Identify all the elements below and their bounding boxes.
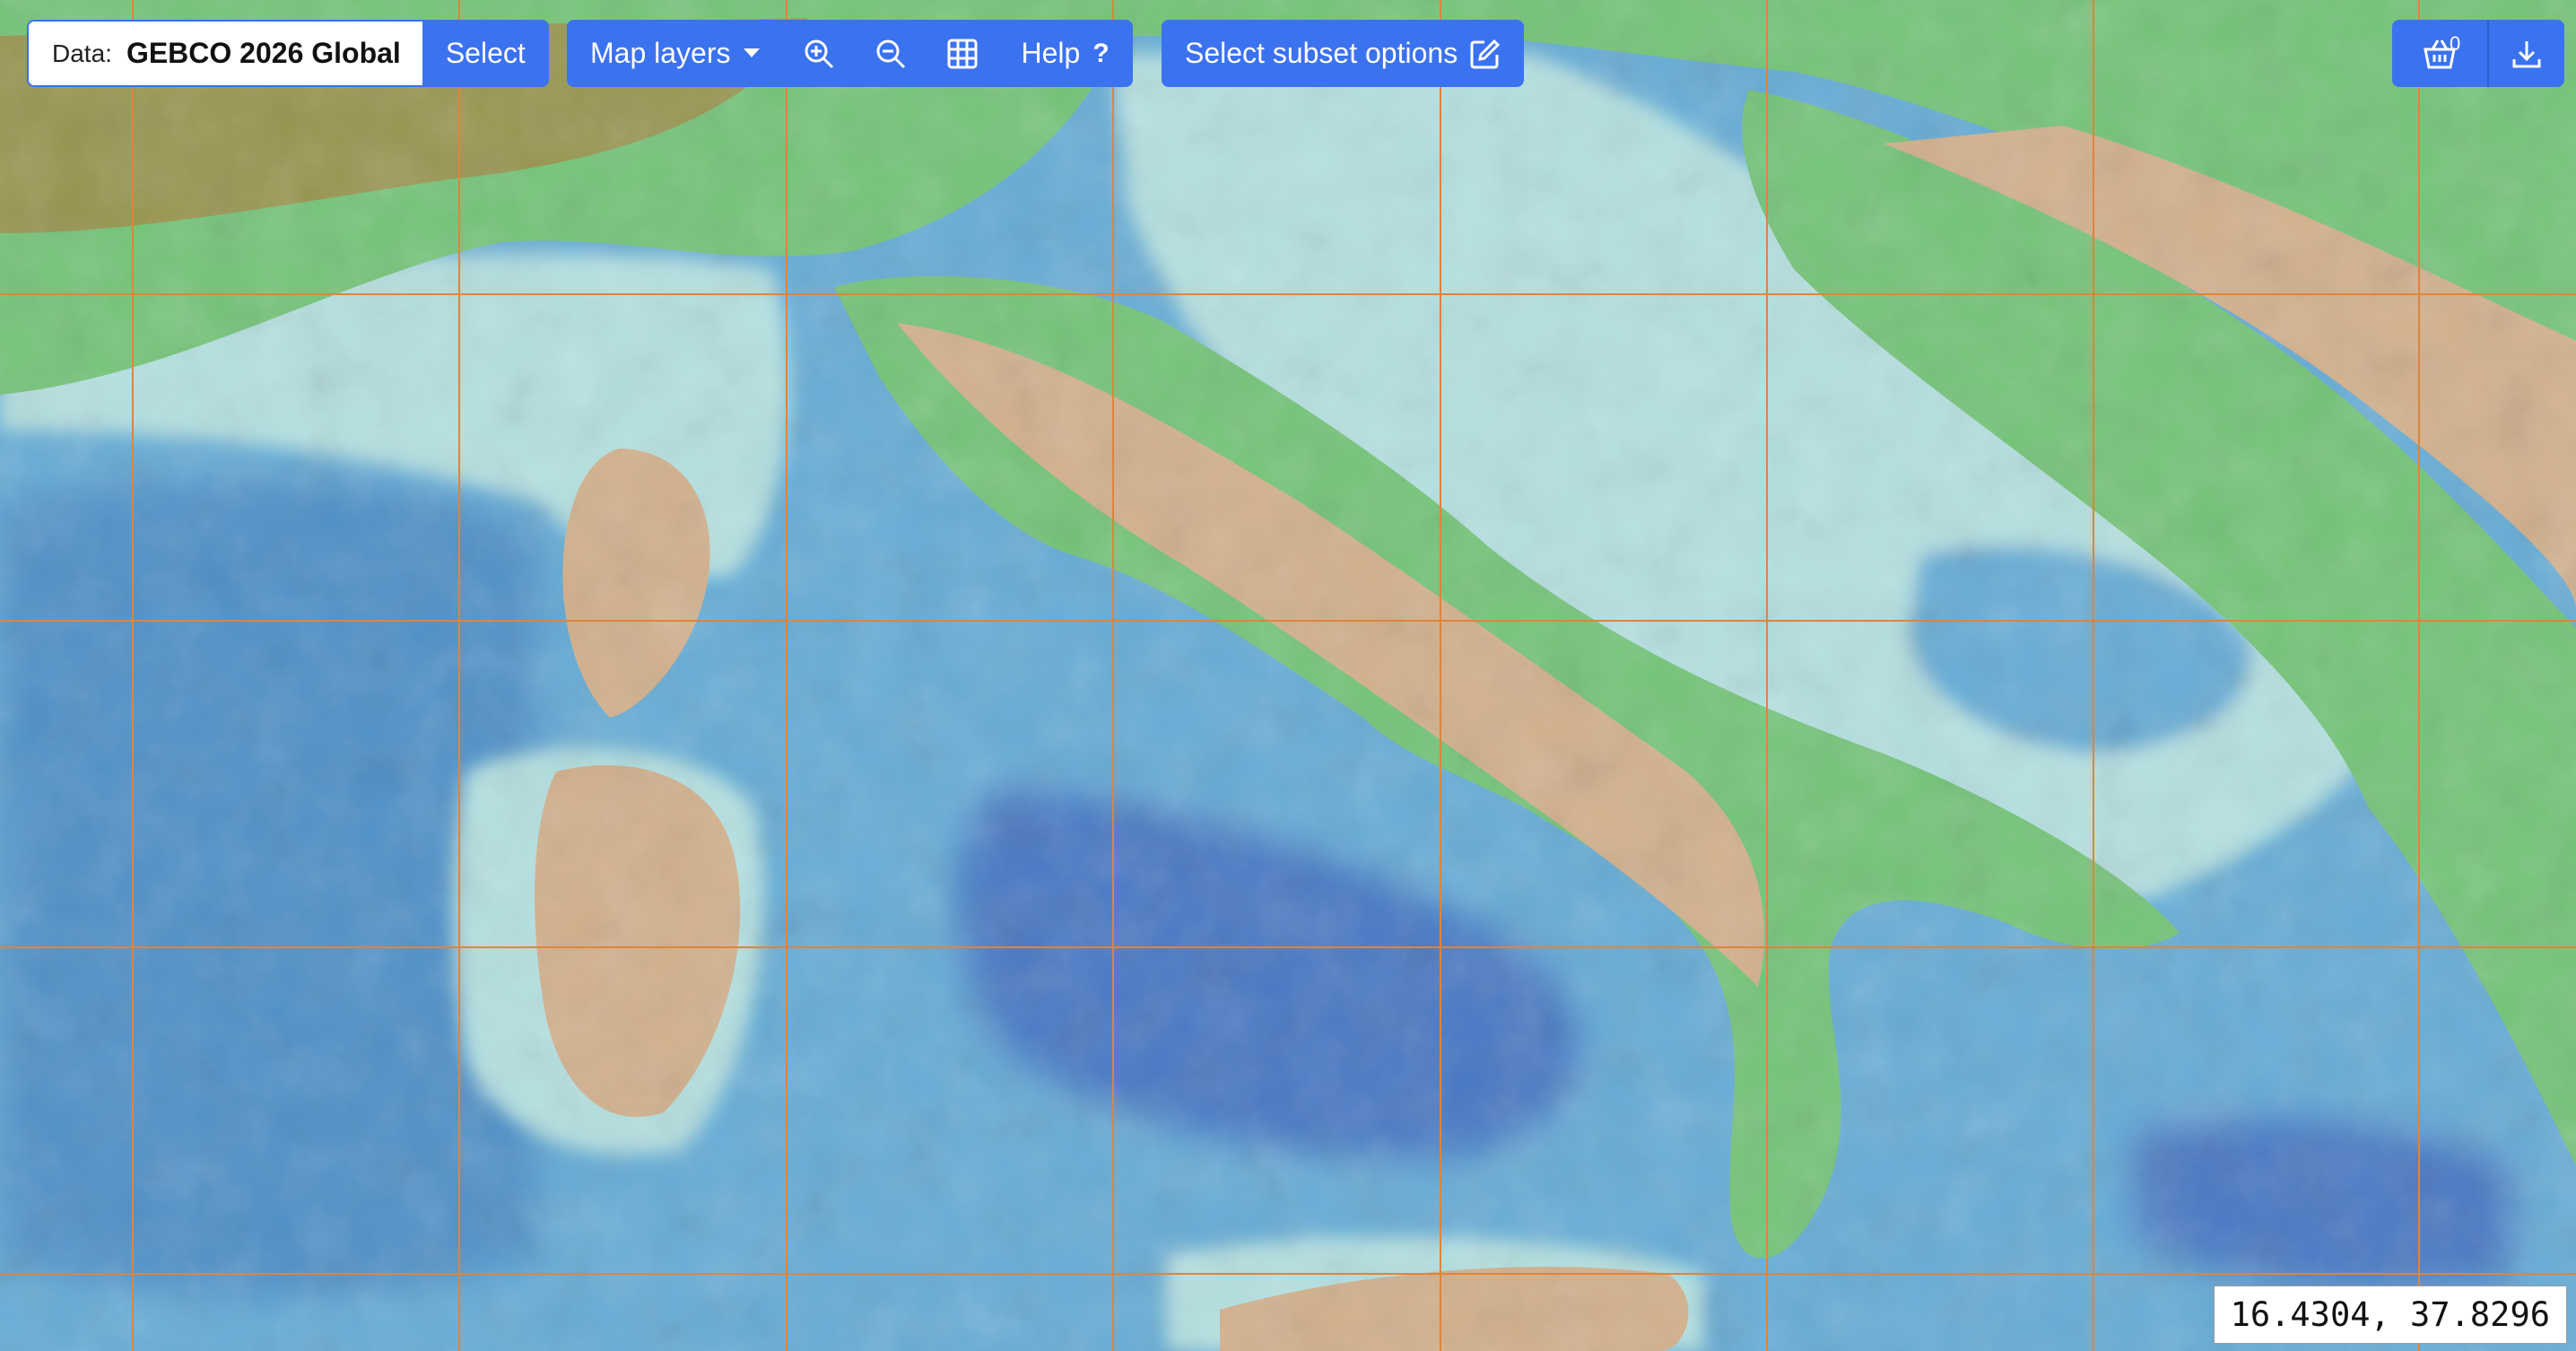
select-data-button[interactable]: Select — [422, 20, 549, 87]
subset-label: Select subset options — [1185, 37, 1458, 69]
map-layers-label: Map layers — [590, 37, 731, 69]
data-value: GEBCO 2026 Global — [126, 37, 401, 69]
zoom-in-button[interactable] — [782, 20, 855, 87]
download-button[interactable] — [2489, 20, 2564, 87]
zoom-out-button[interactable] — [854, 20, 927, 87]
zoom-out-icon — [875, 38, 907, 70]
download-icon — [2511, 38, 2543, 70]
select-data-label: Select — [445, 37, 526, 69]
zoom-in-icon — [803, 38, 835, 70]
edit-icon — [1470, 39, 1501, 69]
terrain-texture — [0, 0, 2576, 1351]
help-button[interactable]: Help ? — [997, 20, 1133, 87]
data-source-box: Data: GEBCO 2026 Global — [27, 20, 422, 87]
data-selector: Data: GEBCO 2026 Global Select — [27, 20, 549, 87]
data-label: Data: — [52, 39, 112, 67]
basket-button[interactable]: 0 — [2392, 20, 2487, 87]
download-toolbar: 0 — [2392, 20, 2564, 87]
question-icon: ? — [1092, 38, 1110, 68]
help-label: Help — [1021, 37, 1081, 69]
grid-toggle-button[interactable] — [926, 20, 998, 87]
map-toolbar: Map layers Help ? — [567, 20, 1133, 87]
cursor-coordinates: 16.4304, 37.8296 — [2213, 1286, 2567, 1344]
basket-count: 0 — [2450, 32, 2461, 55]
grid-icon — [946, 38, 979, 70]
subset-toolbar: Select subset options — [1162, 20, 1525, 87]
bathymetry-map[interactable] — [0, 0, 2576, 1351]
select-subset-button[interactable]: Select subset options — [1162, 20, 1525, 87]
map-layers-button[interactable]: Map layers — [567, 20, 783, 87]
caret-down-icon — [743, 48, 760, 59]
